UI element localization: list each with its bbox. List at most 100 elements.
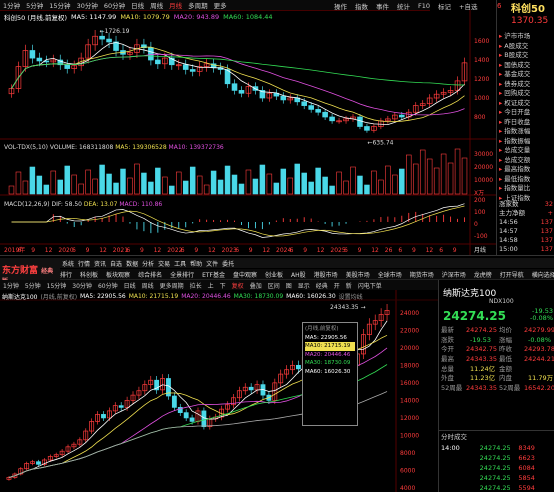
market-menu-7[interactable]: 盘中观察 [229,270,261,279]
side-item-16[interactable]: ▸ 指数量比 [497,184,554,194]
ndx-tab-8[interactable]: 拉长 [187,281,205,290]
side-item-14[interactable]: ▸ 最高指数 [497,165,554,175]
ndx-tab-17[interactable]: 开 [331,281,343,290]
market-menu-10[interactable]: 港股市场 [310,270,342,279]
side-item-10[interactable]: ▸ 指数涨幅 [497,127,554,137]
market-menu-11[interactable]: 美股市场 [342,270,374,279]
side-item-12[interactable]: ▸ 总成交量 [497,146,554,156]
ndx-tab-14[interactable]: 图 [283,281,295,290]
market-menu-3[interactable]: 板块观察 [102,270,134,279]
volume-bar [343,180,349,195]
side-item-4[interactable]: ▸ 基金成交 [497,70,554,80]
side-sub: 涨家数 32 [497,200,554,209]
price-tick: 14000 [400,397,419,404]
menu-6[interactable]: 交易 [156,259,172,268]
set-ma-link[interactable]: 设置均线 [339,292,363,301]
market-menu-9[interactable]: AH股 [287,270,310,279]
tab-9[interactable]: 更多 [211,0,230,10]
ndx-tab-12[interactable]: 叠加 [247,281,265,290]
trade-time: 14:57 [499,227,518,235]
market-menu-8[interactable]: 创业板 [261,270,287,279]
trade-val: 137 [540,245,553,253]
right-menu-4[interactable]: F10 [414,2,434,10]
ndx-tab-2[interactable]: 15分钟 [44,281,70,290]
stat-cell: 最高 [441,355,454,364]
ndx-tab-1[interactable]: 5分钟 [22,281,44,290]
tab-5[interactable]: 日线 [128,0,147,10]
right-menu-3[interactable]: 统计 [393,1,414,11]
ndx-tab-13[interactable]: 区间 [265,281,283,290]
menu-9[interactable]: 文件 [204,259,220,268]
right-menu-5[interactable]: 标记 [434,1,455,11]
menu-2[interactable]: 资讯 [92,259,108,268]
price-tick: 1400 [474,57,489,64]
ndx-tab-6[interactable]: 周线 [139,281,157,290]
volume-bar [412,163,419,195]
side-item-2[interactable]: ▸ B股成交 [497,51,554,61]
ndx-tab-4[interactable]: 60分钟 [95,281,121,290]
market-menu-5[interactable]: 全景排行 [166,270,198,279]
volume-bar [406,154,412,195]
tab-0[interactable]: 1分钟 [0,0,23,10]
side-item-3[interactable]: ▸ 国债成交 [497,61,554,71]
time-tick: 9 [86,247,90,254]
ndx-tab-5[interactable]: 日线 [121,281,139,290]
tab-4[interactable]: 60分钟 [101,0,128,10]
ndx-tab-10[interactable]: 下 [217,281,229,290]
menu-4[interactable]: 数据 [124,259,140,268]
candle-body [357,116,363,127]
menu-1[interactable]: 行情 [76,259,92,268]
tab-8[interactable]: 多周期 [185,0,211,10]
market-menu-6[interactable]: ETF基金 [198,270,229,279]
menu-7[interactable]: 工具 [172,259,188,268]
stat-cell: 11.24亿 [470,364,496,373]
menu-10[interactable]: 委托 [220,259,236,268]
market-menu-17[interactable]: 横向选择 [528,270,554,279]
side-item-13[interactable]: ▸ 总成交额 [497,156,554,166]
ndx-tab-3[interactable]: 30分钟 [69,281,95,290]
side-item-8[interactable]: ▸ 今日开盘 [497,108,554,118]
ndx-tab-19[interactable]: 闪电下单 [355,281,385,290]
tab-6[interactable]: 周线 [147,0,166,10]
market-menu-4[interactable]: 综合排名 [134,270,166,279]
side-item-11[interactable]: ▸ 指数振幅 [497,137,554,147]
tab-2[interactable]: 15分钟 [46,0,73,10]
market-menu-14[interactable]: 沪深市场 [438,270,470,279]
candle-body [36,461,41,465]
tab-7[interactable]: 月线 [166,0,185,10]
ndx-tab-18[interactable]: 新 [343,281,355,290]
ndx-tab-11[interactable]: 复权 [229,281,247,290]
market-menu-16[interactable]: 打开导航 [496,270,528,279]
market-menu-13[interactable]: 期货市场 [406,270,438,279]
right-menu-6[interactable]: +自选 [455,1,481,11]
menu-3[interactable]: 自选 [108,259,124,268]
right-menu-2[interactable]: 事件 [372,1,393,11]
ndx-tab-16[interactable]: 经典 [313,281,331,290]
side-item-6[interactable]: ▸ 回购成交 [497,89,554,99]
ndx-tab-9[interactable]: 上 [205,281,217,290]
side-item-label: 昨日收盘 [504,117,531,126]
side-item-15[interactable]: ▸ 最低指数 [497,175,554,185]
market-menu-15[interactable]: 龙虎榜 [470,270,496,279]
side-item-9[interactable]: ▸ 昨日收盘 [497,118,554,128]
candle-body [329,116,335,122]
side-item-0[interactable]: ▸ 沪市市场 [497,32,554,42]
ndx-tab-15[interactable]: 显示 [295,281,313,290]
volume-bar [287,177,294,195]
ndx-tab-7[interactable]: 更多周期 [157,281,187,290]
ndx-tab-0[interactable]: 1分钟 [0,281,22,290]
menu-8[interactable]: 帮助 [188,259,204,268]
side-item-7[interactable]: ▸ 权证成交 [497,99,554,109]
right-menu-1[interactable]: 指数 [351,1,372,11]
candle-body [296,364,301,370]
side-item-5[interactable]: ▸ 债券成交 [497,80,554,90]
market-menu-12[interactable]: 全球市场 [374,270,406,279]
tab-3[interactable]: 30分钟 [74,0,101,10]
market-menu-2[interactable]: 科创板 [76,270,102,279]
volume-bar [266,173,273,195]
right-menu-0[interactable]: 操作 [330,1,351,11]
menu-5[interactable]: 分析 [140,259,156,268]
tab-1[interactable]: 5分钟 [23,0,46,10]
menu-0[interactable]: 系统 [60,259,76,268]
side-item-1[interactable]: ▸ A股成交 [497,42,554,52]
